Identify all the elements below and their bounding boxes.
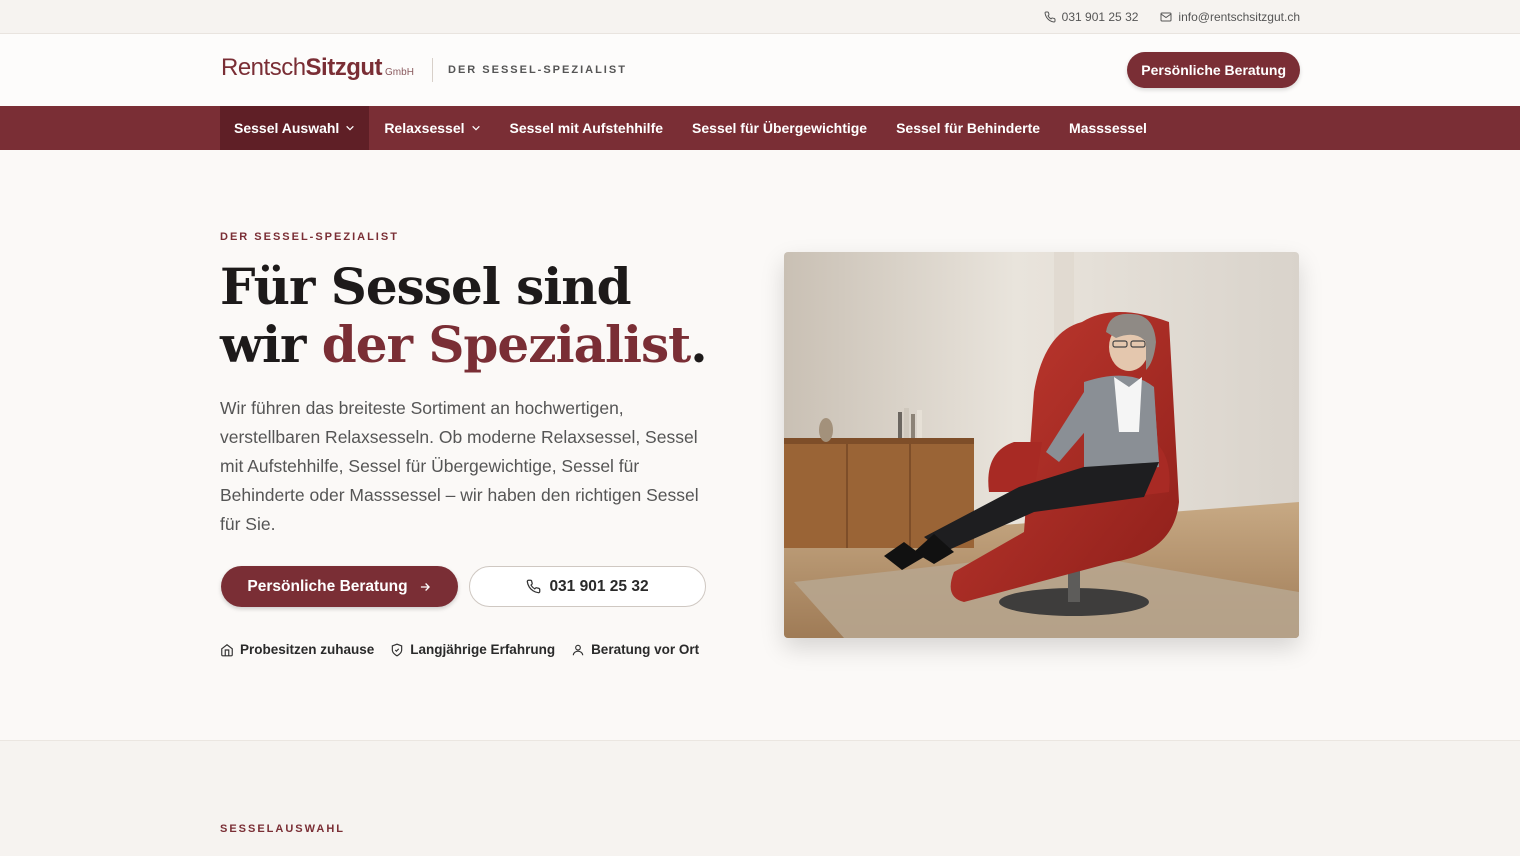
- chevron-down-icon: [471, 125, 480, 131]
- hero-title-line2-start: wir: [220, 315, 322, 374]
- topbar-email-text: info@rentschsitzgut.ch: [1178, 10, 1300, 24]
- hero-title-accent: der Spezialist: [321, 315, 691, 374]
- nav-item-label: Relaxsessel: [384, 120, 465, 136]
- logo-text-sitzgut: Sitzgut: [305, 54, 383, 81]
- hero-title-line1: Für Sessel sind: [220, 257, 632, 316]
- logo-divider: [432, 58, 433, 82]
- hero-features: Probesitzen zuhause Langjährige Erfahrun…: [220, 642, 699, 657]
- hero-image: [784, 252, 1299, 638]
- nav-item-label: Sessel für Behinderte: [896, 120, 1041, 136]
- top-bar: 031 901 25 32 info@rentschsitzgut.ch: [0, 0, 1520, 34]
- nav-item-label: Masssessel: [1069, 120, 1147, 136]
- topbar-phone-link[interactable]: 031 901 25 32: [1044, 10, 1139, 24]
- nav-item-masssessel[interactable]: Masssessel: [1055, 106, 1161, 150]
- nav-item-label: Sessel für Übergewichtige: [692, 120, 868, 136]
- chevron-down-icon: [346, 125, 355, 131]
- header-consultation-button[interactable]: Persönliche Beratung: [1127, 52, 1300, 88]
- topbar-email-link[interactable]: info@rentschsitzgut.ch: [1160, 10, 1300, 24]
- arrow-right-icon: [420, 582, 430, 591]
- hero-consultation-label: Persönliche Beratung: [247, 577, 408, 595]
- hero-consultation-button[interactable]: Persönliche Beratung: [221, 566, 458, 607]
- feature-beratung: Beratung vor Ort: [571, 642, 699, 657]
- hero-title: Für Sessel sind wir der Spezialist.: [220, 257, 708, 374]
- topbar-phone-text: 031 901 25 32: [1061, 10, 1139, 24]
- feature-label: Langjährige Erfahrung: [410, 642, 556, 657]
- feature-erfahrung: Langjährige Erfahrung: [390, 642, 555, 657]
- nav-item-relaxsessel[interactable]: Relaxsessel: [370, 106, 494, 150]
- hero-title-end: .: [690, 315, 707, 374]
- nav-item-label: Sessel mit Aufstehhilfe: [509, 120, 664, 136]
- nav-item-sessel-auswahl[interactable]: Sessel Auswahl: [220, 106, 370, 150]
- mail-icon: [1160, 12, 1172, 22]
- nav-item-aufstehhilfe[interactable]: Sessel mit Aufstehhilfe: [496, 106, 678, 150]
- nav-item-label: Sessel Auswahl: [234, 120, 340, 136]
- feature-label: Beratung vor Ort: [591, 642, 700, 657]
- phone-icon: [1044, 11, 1056, 23]
- hero-photo-woman-in-red-armchair: [784, 252, 1299, 638]
- section-sesselauswahl: SESSELAUSWAHL: [0, 740, 1520, 856]
- feature-label: Probesitzen zuhause: [240, 642, 375, 657]
- logo-text-rentsch: Rentsch: [221, 54, 306, 81]
- phone-icon: [527, 579, 541, 594]
- user-icon: [572, 644, 584, 655]
- site-header: Rentsch Sitzgut GmbH DER SESSEL-SPEZIALI…: [0, 34, 1520, 106]
- shield-icon: [392, 643, 403, 656]
- header-tagline: DER SESSEL-SPEZIALIST: [448, 64, 627, 76]
- hero-lead: Wir führen das breiteste Sortiment an ho…: [220, 398, 699, 534]
- logo-text-gmbh: GmbH: [385, 67, 414, 78]
- main-nav: Sessel Auswahl Relaxsessel Sessel mit Au…: [0, 106, 1520, 150]
- feature-probesitzen: Probesitzen zuhause: [220, 642, 374, 657]
- nav-item-behinderte[interactable]: Sessel für Behinderte: [882, 106, 1054, 150]
- nav-item-uebergewichtige[interactable]: Sessel für Übergewichtige: [678, 106, 881, 150]
- logo[interactable]: Rentsch Sitzgut GmbH: [221, 54, 414, 82]
- hero-phone-button[interactable]: 031 901 25 32: [469, 566, 706, 607]
- home-icon: [221, 643, 233, 656]
- hero-eyebrow: DER SESSEL-SPEZIALIST: [220, 231, 399, 243]
- hero-phone-label: 031 901 25 32: [549, 577, 649, 595]
- section2-eyebrow: SESSELAUSWAHL: [220, 823, 346, 835]
